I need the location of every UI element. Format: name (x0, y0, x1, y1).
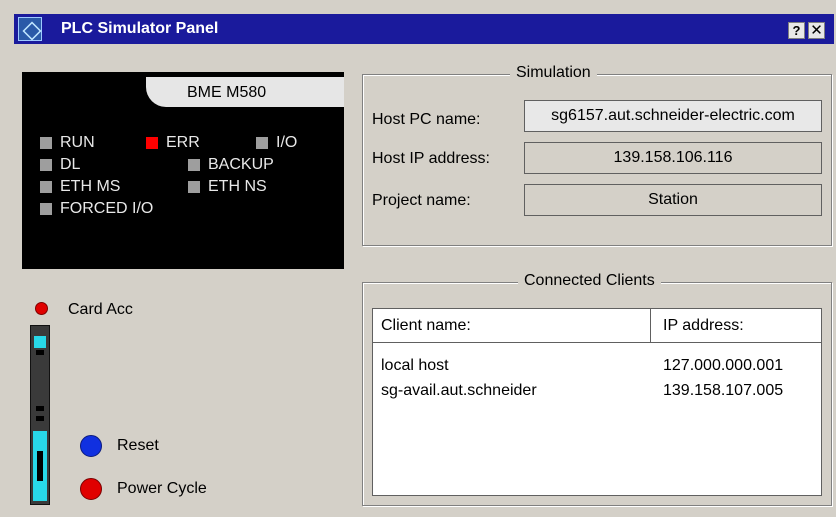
led-label: I/O (276, 134, 298, 151)
table-row[interactable]: sg-avail.aut.schneider 139.158.107.005 (373, 382, 821, 404)
column-header-client-name[interactable]: Client name: (373, 309, 651, 343)
reset-button[interactable] (80, 435, 102, 457)
led-dl: DL (40, 156, 80, 174)
connected-clients-title: Connected Clients (518, 272, 661, 290)
led-label: BACKUP (208, 156, 274, 173)
led-label: ETH NS (208, 178, 267, 195)
led-io: I/O (256, 134, 297, 152)
app-icon (18, 17, 42, 41)
host-pc-label: Host PC name: (372, 111, 481, 128)
led-label: RUN (60, 134, 95, 151)
led-indicator (188, 159, 200, 171)
host-pc-field: sg6157.aut.schneider-electric.com (524, 100, 822, 132)
power-cycle-label: Power Cycle (117, 480, 207, 497)
window-title: PLC Simulator Panel (61, 20, 219, 37)
help-button[interactable]: ? (788, 22, 805, 39)
plc-front-panel: BME M580 RUN ERR I/O DL BACKUP ETH MS ET… (22, 72, 344, 269)
simulation-group-title: Simulation (510, 64, 597, 82)
module-slot-icon (36, 350, 44, 355)
power-cycle-button[interactable] (80, 478, 102, 500)
module-slot-icon (36, 406, 44, 411)
plc-model-label: BME M580 (187, 84, 267, 101)
led-run: RUN (40, 134, 95, 152)
module-slot-icon (36, 416, 44, 421)
led-label: ETH MS (60, 178, 121, 195)
led-label: FORCED I/O (60, 200, 154, 217)
close-button[interactable]: ✕ (808, 22, 825, 39)
led-eth-ns: ETH NS (188, 178, 267, 196)
led-indicator (146, 137, 158, 149)
reset-label: Reset (117, 437, 159, 454)
led-err: ERR (146, 134, 200, 152)
led-eth-ms: ETH MS (40, 178, 120, 196)
led-indicator (40, 159, 52, 171)
project-name-field: Station (524, 184, 822, 216)
module-card-slot-icon (37, 451, 43, 481)
led-backup: BACKUP (188, 156, 274, 174)
led-label: ERR (166, 134, 200, 151)
host-ip-field: 139.158.106.116 (524, 142, 822, 174)
column-header-ip-address[interactable]: IP address: (651, 309, 821, 343)
client-name-cell: sg-avail.aut.schneider (381, 382, 537, 399)
led-indicator (188, 181, 200, 193)
led-label: DL (60, 156, 81, 173)
led-forced-io: FORCED I/O (40, 200, 153, 218)
module-indicator-icon (34, 336, 46, 348)
clients-table[interactable]: Client name: IP address: local host 127.… (372, 308, 822, 496)
led-indicator (40, 181, 52, 193)
card-acc-led (35, 302, 48, 315)
project-name-label: Project name: (372, 192, 471, 209)
client-name-cell: local host (381, 357, 449, 374)
table-row[interactable]: local host 127.000.000.001 (373, 357, 821, 379)
led-indicator (40, 137, 52, 149)
client-ip-cell: 127.000.000.001 (663, 357, 784, 374)
host-ip-label: Host IP address: (372, 150, 490, 167)
led-indicator (40, 203, 52, 215)
client-ip-cell: 139.158.107.005 (663, 382, 784, 399)
title-bar: PLC Simulator Panel ? ✕ (0, 0, 836, 47)
plc-module-graphic (30, 325, 50, 505)
led-indicator (256, 137, 268, 149)
title-bar-strip[interactable]: PLC Simulator Panel ? ✕ (14, 14, 834, 44)
card-acc-label: Card Acc (68, 301, 133, 318)
